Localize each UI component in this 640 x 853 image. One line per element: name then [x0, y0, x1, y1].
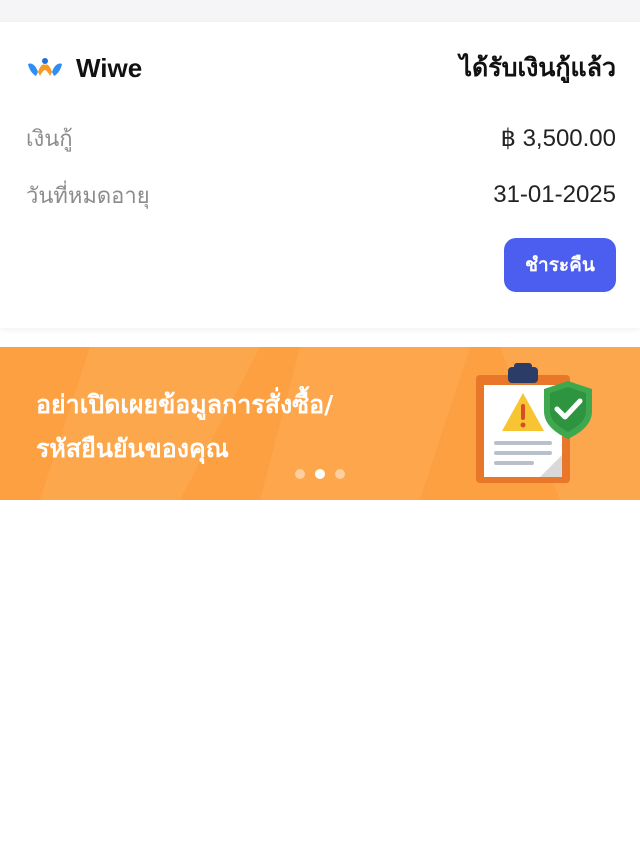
brand-name: Wiwe — [76, 52, 143, 83]
expiry-date-value: 31-01-2025 — [493, 181, 616, 208]
banner-message: อย่าเปิดเผยข้อมูลการสั่งซื้อ/ รหัสยืนยัน… — [36, 383, 416, 471]
promo-banner[interactable]: อย่าเปิดเผยข้อมูลการสั่งซื้อ/ รหัสยืนยัน… — [0, 347, 640, 500]
expiry-date-label: วันที่หมดอายุ — [26, 183, 150, 209]
brand: Wiwe — [26, 53, 142, 84]
wiwe-logo-icon — [28, 58, 62, 76]
carousel-pagination — [0, 469, 640, 479]
banner-line-1: อย่าเปิดเผยข้อมูลการสั่งซื้อ/ — [36, 390, 334, 419]
loan-amount-value: ฿ 3,500.00 — [500, 124, 616, 152]
carousel-dot[interactable] — [295, 469, 305, 479]
top-spacer — [0, 0, 640, 22]
card-header: Wiwe ได้รับเงินกู้แล้ว — [26, 48, 616, 88]
loan-status: ได้รับเงินกู้แล้ว — [459, 53, 616, 82]
loan-card: Wiwe ได้รับเงินกู้แล้ว เงินกู้ ฿ 3,500.0… — [0, 22, 640, 328]
loan-amount-row: เงินกู้ ฿ 3,500.00 — [26, 120, 616, 156]
banner-line-2: รหัสยืนยันของคุณ — [36, 434, 229, 463]
expiry-date-row: วันที่หมดอายุ 31-01-2025 — [26, 177, 616, 213]
carousel-dot-active[interactable] — [315, 469, 325, 479]
repay-button[interactable]: ชำระคืน — [504, 238, 616, 292]
loan-amount-label: เงินกู้ — [26, 126, 73, 152]
carousel-dot[interactable] — [335, 469, 345, 479]
